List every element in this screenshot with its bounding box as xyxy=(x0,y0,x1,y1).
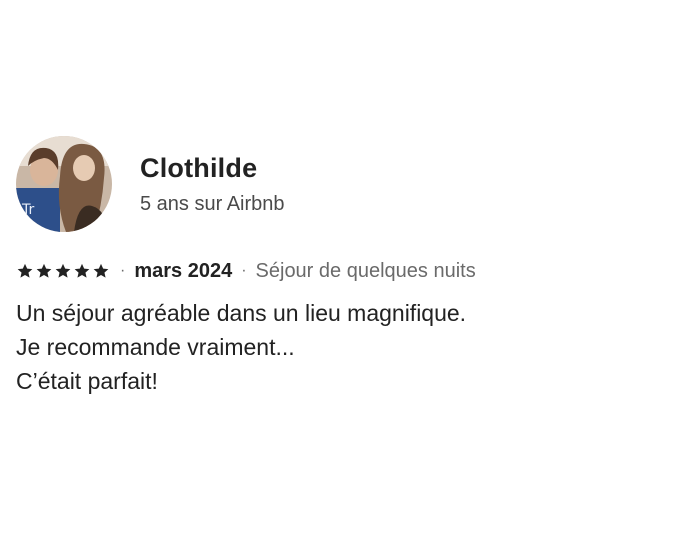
star-icon xyxy=(93,263,109,278)
reviewer-tenure: 5 ans sur Airbnb xyxy=(140,193,285,215)
reviewer-info: Clothilde 5 ans sur Airbnb xyxy=(140,151,285,217)
meta-separator: · xyxy=(241,262,247,279)
review-line: C’était parfait! xyxy=(16,368,158,394)
review-line: Un séjour agréable dans un lieu magnifiq… xyxy=(16,300,467,326)
review-date: mars 2024 xyxy=(134,259,233,282)
avatar-image: Tr xyxy=(16,136,112,232)
stay-type: Séjour de quelques nuits xyxy=(255,259,476,282)
reviewer-avatar[interactable]: Tr xyxy=(16,136,112,232)
svg-text:Tr: Tr xyxy=(21,202,34,218)
star-rating xyxy=(16,262,111,280)
meta-separator: · xyxy=(120,262,126,279)
review-meta: · mars 2024 · Séjour de quelques nuits xyxy=(16,258,476,284)
star-icon xyxy=(17,263,33,278)
star-icon xyxy=(36,263,52,278)
review-line: Je recommande vraiment... xyxy=(16,334,295,360)
reviewer-name[interactable]: Clothilde xyxy=(140,151,285,185)
review-card: Tr Clothilde 5 ans sur Airbnb · mars 202… xyxy=(0,0,700,550)
star-icon xyxy=(74,263,90,278)
reviewer-header: Tr Clothilde 5 ans sur Airbnb xyxy=(16,136,285,232)
review-text: Un séjour agréable dans un lieu magnifiq… xyxy=(16,296,466,398)
star-icon xyxy=(55,263,71,278)
